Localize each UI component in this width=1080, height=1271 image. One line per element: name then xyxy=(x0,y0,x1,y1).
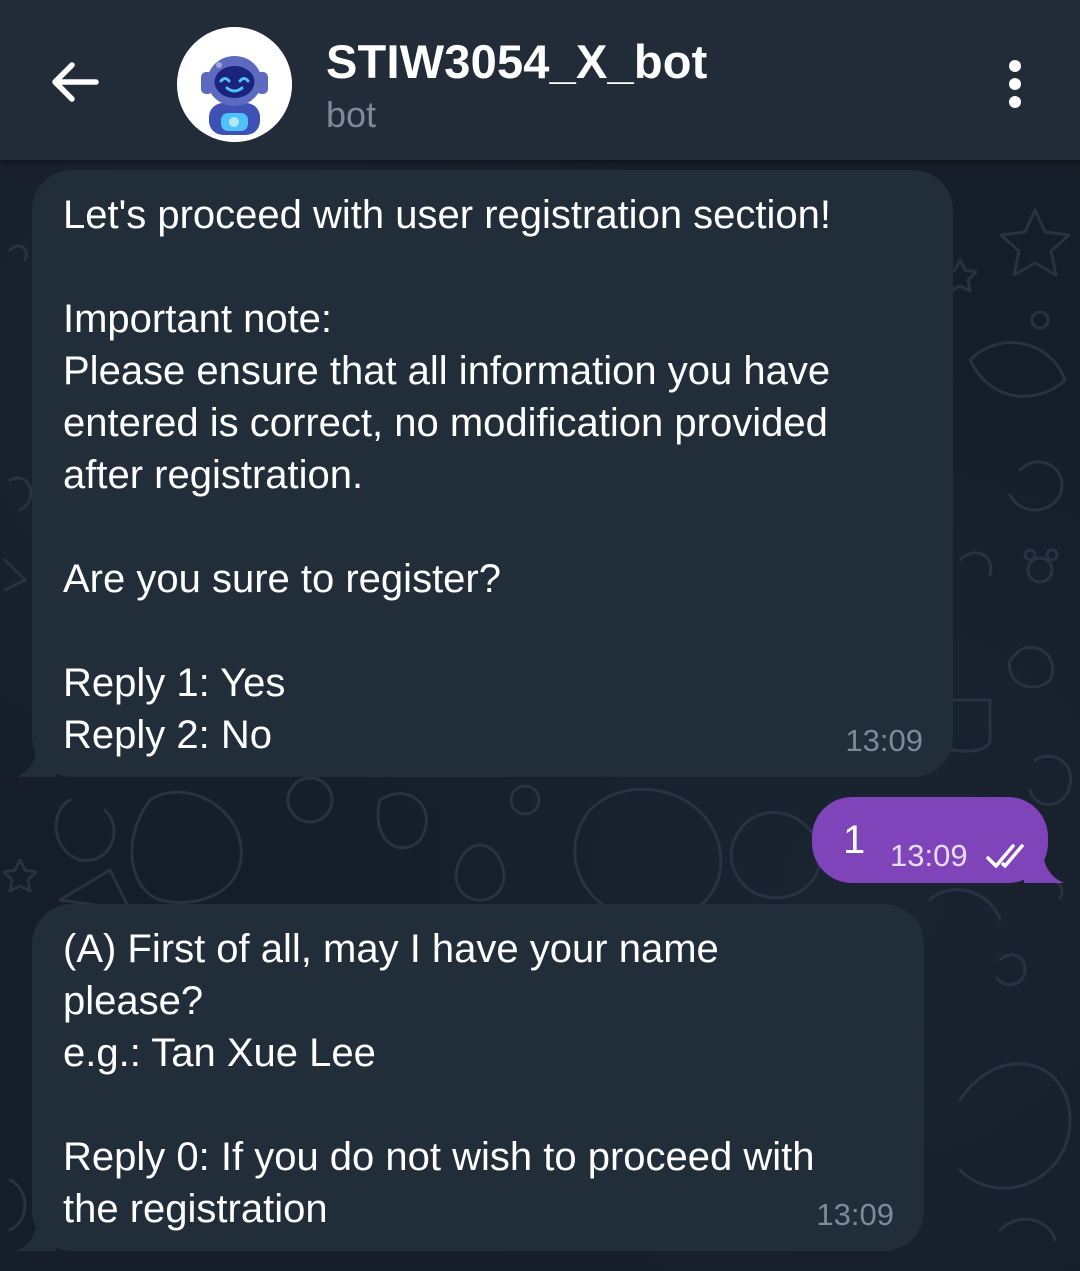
bubble-tail xyxy=(16,1211,56,1251)
double-check-icon xyxy=(986,844,1024,868)
more-options-button[interactable] xyxy=(990,56,1040,116)
outgoing-message-bubble[interactable]: 1 13:09 xyxy=(812,797,1064,883)
message-time: 13:09 xyxy=(845,723,923,758)
chat-subtitle: bot xyxy=(326,94,377,135)
message-time: 13:09 xyxy=(890,838,968,873)
incoming-message-bubble[interactable]: (A) First of all, may I have your name p… xyxy=(16,904,924,1251)
bot-avatar[interactable] xyxy=(177,27,292,142)
message-text: Let's proceed with user registration sec… xyxy=(63,193,832,757)
bubble-tail xyxy=(16,737,56,777)
message-time: 13:09 xyxy=(816,1197,894,1232)
chat-title[interactable]: STIW3054_X_bot xyxy=(326,34,708,89)
incoming-message-bubble[interactable]: Let's proceed with user registration sec… xyxy=(16,170,953,777)
robot-avatar-icon xyxy=(177,27,292,142)
back-button[interactable] xyxy=(44,50,108,114)
message-text: (A) First of all, may I have your name p… xyxy=(63,927,815,1231)
arrow-left-icon xyxy=(52,62,99,102)
more-vertical-icon xyxy=(1009,60,1021,108)
chat-header: STIW3054_X_bot bot xyxy=(0,0,1080,160)
message-text: 1 xyxy=(843,818,866,862)
